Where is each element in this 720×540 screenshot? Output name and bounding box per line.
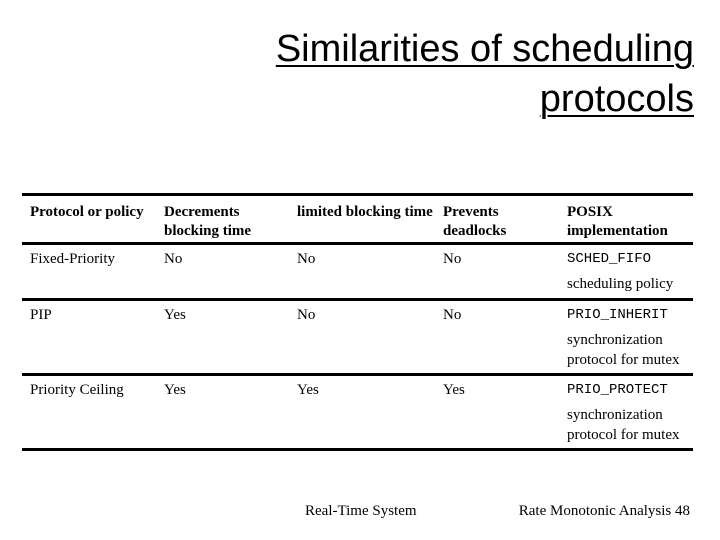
table-row: PIP Yes No No PRIO_INHERIT synchronizati… [22, 301, 693, 373]
header-limited-blocking: limited blocking time [297, 204, 433, 220]
cell-prevents-deadlocks: No [443, 307, 462, 323]
cell-limited-blocking: No [297, 251, 316, 267]
posix-description: scheduling policy [567, 276, 674, 292]
posix-constant: PRIO_INHERIT [567, 307, 668, 323]
posix-constant: PRIO_PROTECT [567, 382, 668, 398]
table-row: Priority Ceiling Yes Yes Yes PRIO_PROTEC… [22, 376, 693, 448]
header-protocol: Protocol or policy [30, 204, 144, 220]
table-header-row: Protocol or policy Decrements blocking t… [22, 196, 693, 242]
table-row: Fixed-Priority No No No SCHED_FIFO sched… [22, 245, 693, 298]
posix-description: synchronization protocol for mutex [567, 332, 680, 368]
cell-decrements-blocking: No [164, 251, 183, 267]
cell-protocol: PIP [30, 307, 52, 323]
table-rule-bottom [22, 448, 693, 451]
cell-protocol: Fixed-Priority [30, 251, 115, 267]
cell-limited-blocking: No [297, 307, 316, 323]
footer-page-label: Rate Monotonic Analysis 48 [518, 503, 690, 519]
cell-decrements-blocking: Yes [164, 307, 186, 323]
protocol-comparison-table: Protocol or policy Decrements blocking t… [22, 193, 693, 451]
cell-protocol: Priority Ceiling [30, 382, 124, 398]
header-posix-implementation: POSIX implementation [567, 204, 668, 239]
posix-constant: SCHED_FIFO [567, 251, 652, 267]
cell-decrements-blocking: Yes [164, 382, 186, 398]
slide-title-line-2: protocols [539, 78, 694, 120]
header-decrements-blocking: Decrements blocking time [164, 204, 252, 239]
footer-course-title: Real-Time System [305, 503, 417, 519]
cell-prevents-deadlocks: Yes [443, 382, 465, 398]
cell-limited-blocking: Yes [297, 382, 319, 398]
slide-title: Similarities of scheduling protocols [134, 24, 694, 124]
posix-description: synchronization protocol for mutex [567, 407, 680, 443]
slide-title-line-1: Similarities of scheduling [275, 28, 694, 70]
cell-posix-implementation: PRIO_INHERIT synchronization protocol fo… [559, 306, 693, 373]
cell-posix-implementation: SCHED_FIFO scheduling policy [559, 250, 693, 298]
header-prevents-deadlocks: Prevents deadlocks [443, 204, 507, 239]
cell-posix-implementation: PRIO_PROTECT synchronization protocol fo… [559, 381, 693, 448]
cell-prevents-deadlocks: No [443, 251, 462, 267]
